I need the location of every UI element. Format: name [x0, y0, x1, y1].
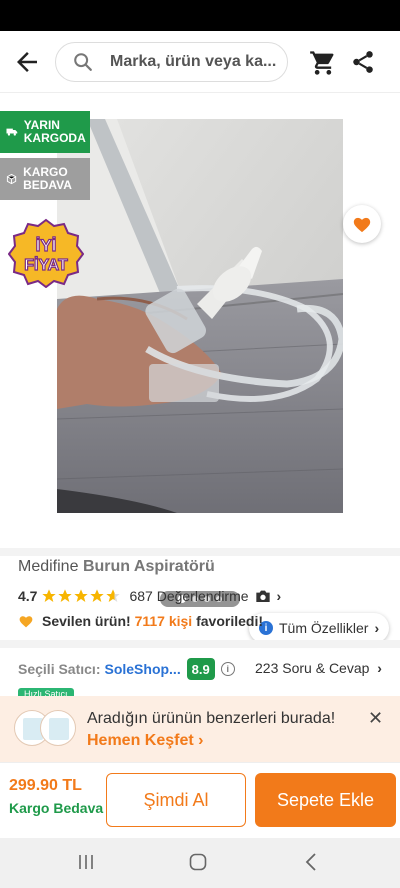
all-features-button[interactable]: i Tüm Özellikler › — [249, 613, 390, 643]
tomorrow-cargo-text: YARIN KARGODA — [23, 118, 86, 145]
section-divider — [0, 548, 400, 556]
star-icon — [58, 589, 73, 602]
package-icon — [6, 173, 17, 185]
product-photo[interactable] — [57, 119, 343, 513]
section-divider — [0, 640, 400, 648]
chevron-right-icon: › — [276, 588, 282, 604]
star-icon — [90, 589, 105, 602]
loved-label: Sevilen ürün! — [42, 613, 131, 629]
seller-score-badge: 8.9 — [186, 658, 215, 680]
star-icon — [42, 589, 57, 602]
rating-score: 4.7 — [18, 588, 38, 604]
recent-apps-icon[interactable] — [76, 852, 96, 872]
good-price-line1: İYİ — [36, 236, 57, 255]
system-navigation-bar — [0, 838, 400, 888]
seller-label: Seçili Satıcı: — [18, 661, 101, 677]
top-bar: Marka, ürün veya ka... — [0, 31, 400, 93]
heart-icon — [353, 217, 371, 233]
star-icon — [74, 589, 89, 602]
truck-icon — [6, 128, 18, 136]
product-image — [57, 119, 343, 513]
shipping-info: Kargo Bedava — [9, 800, 104, 816]
chevron-right-icon: › — [377, 660, 382, 676]
similar-products-banner[interactable]: Aradığın ürünün benzerleri burada! Hemen… — [0, 696, 400, 762]
good-price-badge: İYİ FİYAT — [8, 218, 84, 288]
buy-now-button[interactable]: Şimdi Al — [106, 773, 246, 827]
product-thumbnail — [40, 710, 76, 746]
qa-link[interactable]: 223 Soru & Cevap › — [255, 660, 382, 676]
half-star-icon — [106, 589, 121, 602]
loved-suffix: favoriledi! — [196, 613, 263, 629]
back-icon[interactable] — [302, 852, 322, 872]
free-cargo-badge: KARGO BEDAVA — [0, 158, 90, 200]
info-icon[interactable]: i — [220, 662, 235, 676]
all-features-label: Tüm Özellikler — [279, 620, 369, 636]
purchase-bar: 299.90 TL Kargo Bedava Şimdi Al Sepete E… — [0, 762, 400, 838]
loved-product-row: Sevilen ürün! 7117 kişi favoriledi! — [18, 613, 263, 629]
discover-link[interactable]: Hemen Keşfet › — [87, 732, 203, 750]
discover-label: Hemen Keşfet — [87, 732, 194, 749]
price: 299.90 TL — [9, 777, 82, 794]
favorite-button[interactable] — [343, 205, 381, 243]
similar-product-thumbnails — [14, 710, 78, 748]
search-icon — [74, 53, 92, 71]
loved-count: 7117 kişi — [134, 613, 193, 629]
seller-name[interactable]: SoleShop... — [104, 661, 180, 677]
brand-name[interactable]: Medifine — [18, 558, 78, 575]
camera-icon — [255, 590, 270, 602]
product-title: Medifine Burun Aspiratörü — [18, 558, 215, 576]
good-price-line2: FİYAT — [24, 256, 68, 274]
home-icon[interactable] — [188, 852, 208, 872]
close-icon[interactable]: ✕ — [368, 708, 383, 729]
qa-label: 223 Soru & Cevap — [255, 660, 370, 676]
seller-row[interactable]: Seçili Satıcı: SoleShop... 8.9 i — [18, 658, 235, 680]
chevron-right-icon: › — [374, 620, 380, 636]
share-icon[interactable] — [350, 49, 376, 75]
product-name: Burun Aspiratörü — [82, 558, 215, 575]
search-input[interactable]: Marka, ürün veya ka... — [55, 42, 288, 82]
rating-stars — [41, 588, 121, 604]
banner-text: Aradığın ürünün benzerleri burada! — [87, 710, 336, 727]
status-bar — [0, 0, 400, 31]
add-to-cart-button[interactable]: Sepete Ekle — [255, 773, 396, 827]
cart-icon[interactable] — [309, 49, 337, 77]
search-placeholder: Marka, ürün veya ka... — [110, 53, 277, 70]
tomorrow-cargo-badge: YARIN KARGODA — [0, 111, 90, 153]
orange-heart-icon — [19, 616, 33, 628]
free-cargo-text: KARGO BEDAVA — [23, 165, 72, 192]
back-arrow-icon[interactable] — [12, 47, 42, 77]
review-count[interactable]: 687 Değerlendirme — [129, 588, 248, 604]
rating-row[interactable]: 4.7 687 Değerlendirme › — [18, 588, 281, 604]
